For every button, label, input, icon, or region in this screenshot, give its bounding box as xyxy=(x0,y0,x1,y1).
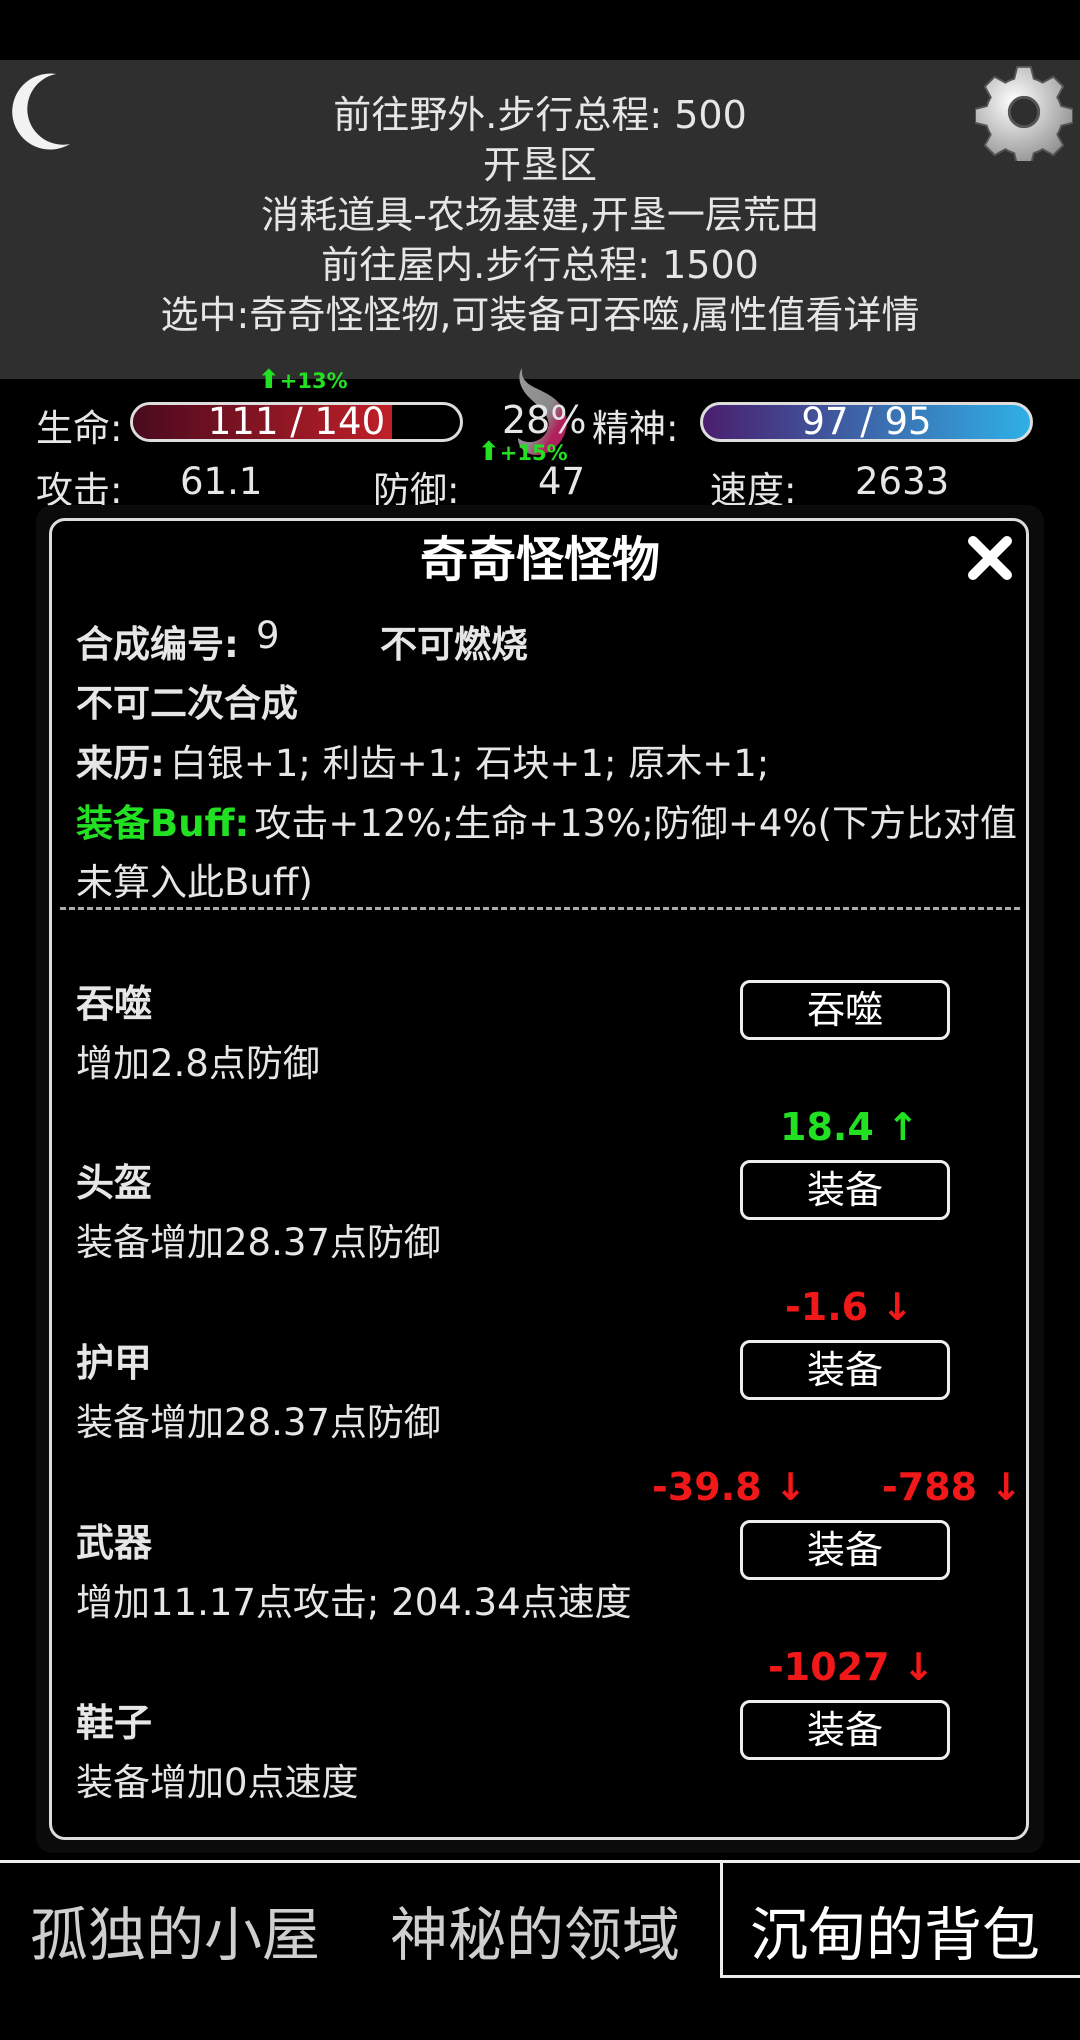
craft-id-value: 9 xyxy=(256,614,280,657)
equip-weapon-button[interactable]: 装备 xyxy=(740,1520,950,1580)
log-line: 开垦区 xyxy=(482,143,597,187)
log-line: 消耗道具-农场基建,开垦一层荒田 xyxy=(261,193,819,237)
spirit-bar: 97 / 95 xyxy=(700,402,1033,442)
shoes-delta: -1027 ↓ xyxy=(768,1645,935,1689)
equip-armor-button[interactable]: 装备 xyxy=(740,1340,950,1400)
tab-backpack[interactable]: 沉甸的背包 xyxy=(750,1888,1040,1972)
weapon-desc: 增加11.17点攻击; 204.34点速度 xyxy=(76,1581,632,1624)
devour-desc: 增加2.8点防御 xyxy=(76,1042,320,1085)
buff-row: 装备Buff: 攻击+12%;生命+13%;防御+4%(下方比对值 xyxy=(76,793,1017,847)
gear-icon[interactable] xyxy=(975,63,1073,161)
armor-delta: -1.6 ↓ xyxy=(785,1285,914,1329)
life-value: 111 / 140 xyxy=(207,402,386,442)
log-line: 选中:奇奇怪怪物,可装备可吞噬,属性值看详情 xyxy=(160,293,920,337)
attack-value: 61.1 xyxy=(180,460,263,503)
origin-row: 来历: 白银+1; 利齿+1; 石块+1; 原木+1; xyxy=(76,733,769,787)
event-log: 前往野外.步行总程: 500 开垦区 消耗道具-农场基建,开垦一层荒田 前往屋内… xyxy=(0,90,1080,340)
life-label: 生命: xyxy=(36,407,123,450)
spirit-label: 精神: xyxy=(592,407,679,450)
armor-title: 护甲 xyxy=(76,1341,153,1385)
life-bar: 111 / 140 xyxy=(130,402,463,442)
divider xyxy=(60,907,1020,910)
flammable-status: 不可燃烧 xyxy=(380,623,528,666)
origin-label: 来历: xyxy=(76,742,165,785)
tab-cabin[interactable]: 孤独的小屋 xyxy=(30,1888,320,1972)
tab-realm[interactable]: 神秘的领域 xyxy=(390,1888,680,1972)
weapon-speed-delta: -788 ↓ xyxy=(882,1465,1023,1509)
devour-title: 吞噬 xyxy=(76,982,153,1026)
defense-value: 47 xyxy=(538,460,586,503)
buff-label: 装备Buff: xyxy=(76,802,250,845)
shoes-title: 鞋子 xyxy=(76,1701,153,1745)
spirit-value: 97 / 95 xyxy=(801,402,932,442)
percent-value: 28% xyxy=(502,398,587,442)
helmet-delta: 18.4 ↑ xyxy=(780,1105,919,1149)
close-icon[interactable] xyxy=(965,533,1015,583)
armor-desc: 装备增加28.37点防御 xyxy=(76,1401,441,1444)
recraft-status: 不可二次合成 xyxy=(76,682,298,725)
craft-id-label: 合成编号: xyxy=(76,623,239,666)
devour-button[interactable]: 吞噬 xyxy=(740,980,950,1040)
equip-helmet-button[interactable]: 装备 xyxy=(740,1160,950,1220)
helmet-title: 头盔 xyxy=(76,1161,153,1205)
log-line: 前往屋内.步行总程: 1500 xyxy=(321,243,759,287)
helmet-desc: 装备增加28.37点防御 xyxy=(76,1221,441,1264)
weapon-attack-delta: -39.8 ↓ xyxy=(652,1465,807,1509)
dialog-title: 奇奇怪怪物 xyxy=(419,532,660,588)
buff-value: 攻击+12%;生命+13%;防御+4%(下方比对值 xyxy=(254,802,1017,845)
life-buff-value: +13% xyxy=(279,369,348,393)
weapon-title: 武器 xyxy=(76,1521,153,1565)
speed-value: 2633 xyxy=(855,460,950,503)
tab-bar-border xyxy=(0,1860,722,1863)
origin-value: 白银+1; 利齿+1; 石块+1; 原木+1; xyxy=(169,742,770,785)
event-log-panel: 前往野外.步行总程: 500 开垦区 消耗道具-农场基建,开垦一层荒田 前往屋内… xyxy=(0,60,1080,379)
equip-shoes-button[interactable]: 装备 xyxy=(740,1700,950,1760)
life-buff-badge: ⬆+13% xyxy=(258,365,348,395)
crescent-moon-icon[interactable] xyxy=(8,70,78,150)
log-line: 前往野外.步行总程: 500 xyxy=(333,93,747,137)
shoes-desc: 装备增加0点速度 xyxy=(76,1761,359,1804)
buff-value-continued: 未算入此Buff) xyxy=(76,861,313,904)
